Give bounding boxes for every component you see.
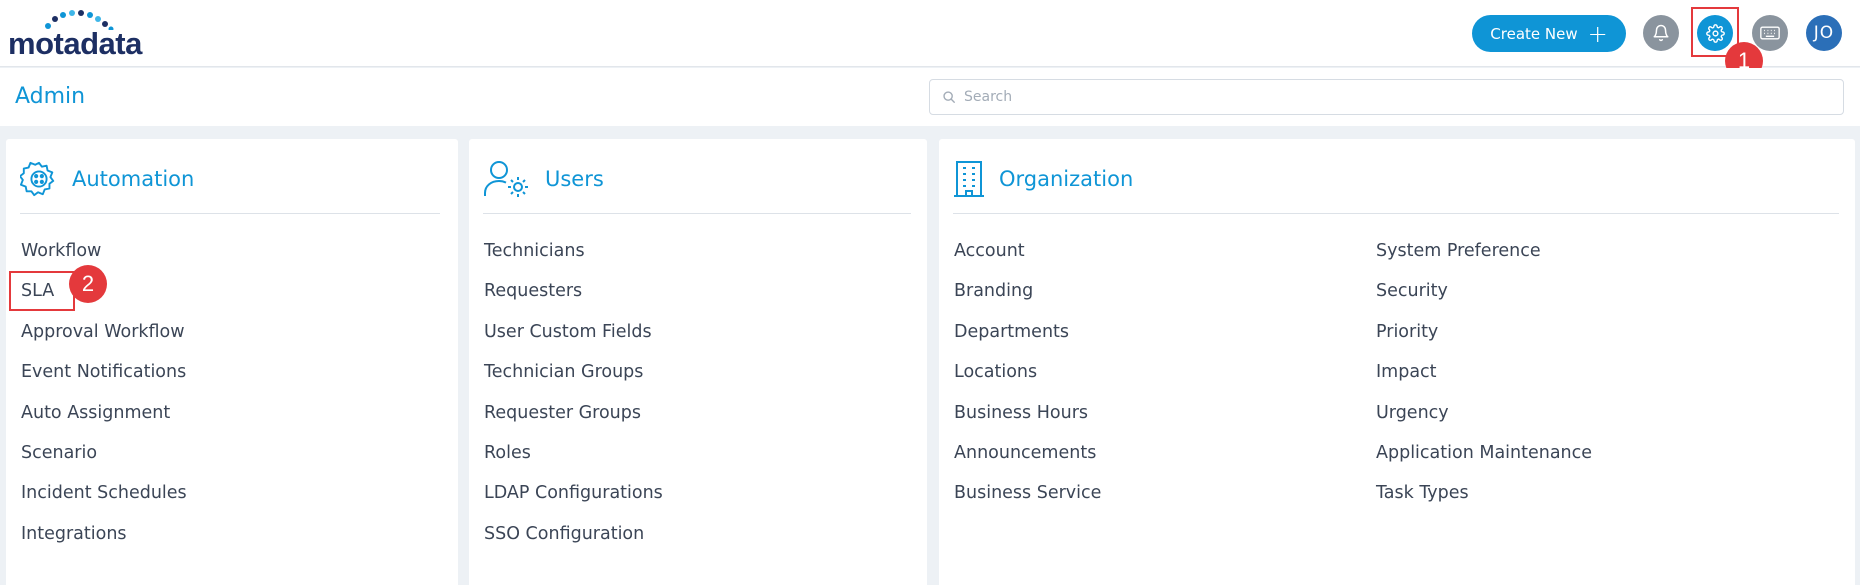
create-new-label: Create New [1490,24,1578,43]
organization-header: Organization [953,159,1133,199]
automation-header: Automation [20,159,194,199]
automation-item-approval-workflow[interactable]: Approval Workflow [21,322,187,362]
org-item-application-maintenance[interactable]: Application Maintenance [1376,443,1592,483]
org-item-account[interactable]: Account [954,241,1101,281]
organization-panel: Organization Account Branding Department… [939,139,1855,585]
automation-item-scenario[interactable]: Scenario [21,443,187,483]
users-list: Technicians Requesters User Custom Field… [484,241,663,564]
users-panel: Users Technicians Requesters User Custom… [469,139,927,585]
admin-title-bar: Admin [0,68,1860,126]
notifications-button[interactable] [1643,15,1679,51]
plus-icon: + [1587,19,1608,48]
org-item-urgency[interactable]: Urgency [1376,403,1592,443]
search-box[interactable] [929,79,1844,115]
logo-text: motadata [8,26,142,61]
users-item-user-custom-fields[interactable]: User Custom Fields [484,322,663,362]
callout-box-2 [9,271,75,311]
users-item-roles[interactable]: Roles [484,443,663,483]
organization-list-col2: System Preference Security Priority Impa… [1376,241,1592,524]
bell-icon [1653,24,1669,42]
users-item-ldap-configurations[interactable]: LDAP Configurations [484,483,663,523]
users-divider [483,213,911,214]
org-item-system-preference[interactable]: System Preference [1376,241,1592,281]
user-settings-icon [484,161,528,197]
automation-divider [20,213,440,214]
users-item-technicians[interactable]: Technicians [484,241,663,281]
automation-item-auto-assignment[interactable]: Auto Assignment [21,403,187,443]
building-icon [954,161,984,197]
org-item-announcements[interactable]: Announcements [954,443,1101,483]
users-title: Users [545,167,604,191]
organization-title: Organization [999,167,1134,191]
automation-item-incident-schedules[interactable]: Incident Schedules [21,483,187,523]
search-icon [943,91,955,103]
top-header: motadata Create New + JO 1 [0,0,1860,80]
automation-item-integrations[interactable]: Integrations [21,524,187,564]
automation-gear-icon [20,161,55,197]
page-title: Admin [15,84,86,109]
users-header: Users [483,159,604,199]
organization-list-col1: Account Branding Departments Locations B… [954,241,1101,524]
users-item-requesters[interactable]: Requesters [484,281,663,321]
create-new-button[interactable]: Create New + [1472,15,1626,52]
org-item-task-types[interactable]: Task Types [1376,483,1592,523]
automation-title: Automation [72,167,195,191]
user-avatar[interactable]: JO [1806,15,1842,51]
users-item-technician-groups[interactable]: Technician Groups [484,362,663,402]
org-item-departments[interactable]: Departments [954,322,1101,362]
org-item-business-service[interactable]: Business Service [954,483,1101,523]
motadata-logo[interactable]: motadata [8,10,158,61]
users-item-requester-groups[interactable]: Requester Groups [484,403,663,443]
search-input[interactable] [964,89,1824,105]
automation-panel: Automation Workflow SLA Approval Workflo… [6,139,458,585]
users-item-sso-configuration[interactable]: SSO Configuration [484,524,663,564]
keyboard-shortcuts-button[interactable] [1752,15,1788,51]
keyboard-icon [1760,26,1780,40]
automation-item-event-notifications[interactable]: Event Notifications [21,362,187,402]
org-item-priority[interactable]: Priority [1376,322,1592,362]
organization-divider [953,213,1839,214]
callout-number-2: 2 [69,265,107,303]
org-item-impact[interactable]: Impact [1376,362,1592,402]
org-item-business-hours[interactable]: Business Hours [954,403,1101,443]
org-item-security[interactable]: Security [1376,281,1592,321]
org-item-branding[interactable]: Branding [954,281,1101,321]
org-item-locations[interactable]: Locations [954,362,1101,402]
